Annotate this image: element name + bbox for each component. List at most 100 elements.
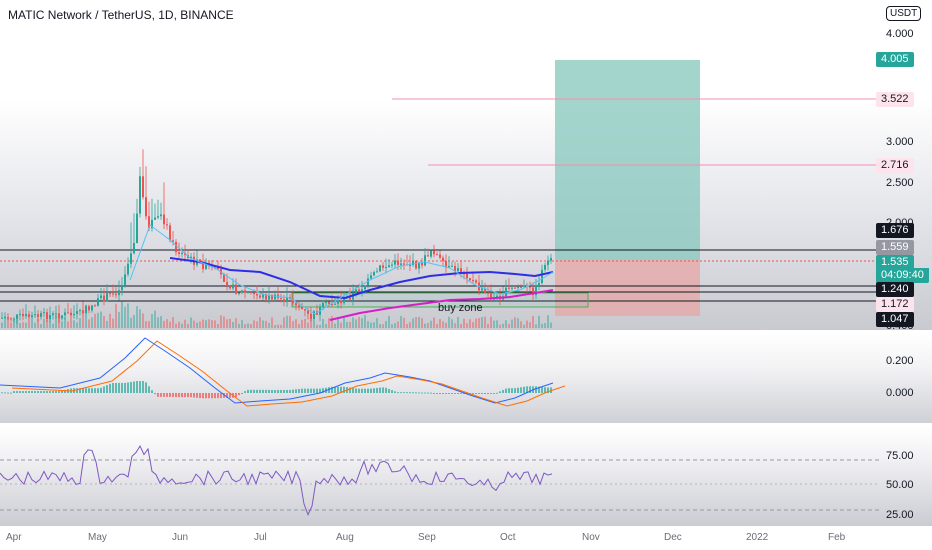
level-047-tag[interactable]: 1.047 bbox=[876, 312, 914, 327]
candle-body bbox=[52, 313, 54, 316]
macd-histogram-bar bbox=[187, 393, 189, 398]
volume-bar bbox=[328, 317, 330, 328]
volume-bar bbox=[439, 319, 441, 328]
macd-histogram-bar bbox=[76, 388, 78, 393]
rsi-pane[interactable]: 75.00 50.00 25.00 bbox=[0, 426, 932, 526]
volume-bar bbox=[358, 316, 360, 328]
macd-histogram-bar bbox=[427, 392, 429, 394]
candle-body bbox=[13, 318, 15, 320]
volume-bar bbox=[481, 317, 483, 328]
macd-histogram-bar bbox=[505, 388, 507, 393]
volume-bar bbox=[277, 324, 279, 328]
stop-price-tag[interactable]: 1.172 bbox=[876, 297, 914, 312]
volume-bar bbox=[412, 318, 414, 328]
countdown-tag: 04:09:40 bbox=[876, 268, 929, 283]
candle-body bbox=[433, 250, 435, 255]
macd-tick-0200: 0.200 bbox=[886, 355, 914, 367]
macd-histogram-bar bbox=[88, 388, 90, 393]
macd-chart[interactable] bbox=[0, 333, 932, 423]
volume-bar bbox=[100, 311, 102, 328]
macd-histogram-bar bbox=[289, 389, 291, 393]
candle-body bbox=[400, 263, 402, 265]
candle-body bbox=[415, 261, 417, 269]
price-chart-pane[interactable]: buy zone MATIC Network / TetherUS, 1D, B… bbox=[0, 0, 932, 330]
volume-bar bbox=[463, 318, 465, 328]
volume-bar bbox=[544, 323, 546, 328]
candle-body bbox=[397, 260, 399, 265]
macd-histogram-bar bbox=[424, 392, 426, 394]
currency-button[interactable]: USDT bbox=[886, 6, 922, 21]
candle-body bbox=[325, 301, 327, 303]
macd-histogram-bar bbox=[115, 382, 117, 393]
macd-histogram-bar bbox=[271, 389, 273, 393]
macd-histogram-bar bbox=[160, 393, 162, 397]
macd-histogram-bar bbox=[52, 391, 54, 393]
macd-histogram-bar bbox=[55, 391, 57, 393]
candle-body bbox=[280, 298, 282, 300]
macd-histogram-bar bbox=[298, 389, 300, 393]
volume-bar bbox=[268, 322, 270, 328]
macd-histogram-bar bbox=[514, 388, 516, 393]
volume-bar bbox=[133, 315, 135, 328]
macd-histogram-bar bbox=[37, 391, 39, 393]
candle-body bbox=[46, 312, 48, 320]
macd-histogram bbox=[1, 381, 552, 399]
candle-body bbox=[547, 260, 549, 265]
macd-histogram-bar bbox=[310, 388, 312, 393]
volume-bar bbox=[319, 324, 321, 328]
candle-body bbox=[382, 265, 384, 268]
volume-bar bbox=[127, 303, 129, 328]
candle-body bbox=[340, 300, 342, 304]
candle-body bbox=[328, 301, 330, 304]
candle-body bbox=[508, 287, 510, 289]
level-240-tag[interactable]: 1.240 bbox=[876, 282, 914, 297]
volume-bar bbox=[148, 321, 150, 328]
volume-bar bbox=[232, 322, 234, 328]
volume-bar bbox=[220, 315, 222, 328]
macd-histogram-bar bbox=[235, 393, 237, 398]
time-label-sep: Sep bbox=[418, 532, 436, 543]
volume-bar bbox=[274, 324, 276, 328]
volume-bar bbox=[70, 315, 72, 328]
volume-bar bbox=[19, 323, 21, 328]
macd-pane[interactable]: 0.200 0.000 bbox=[0, 333, 932, 423]
candle-body bbox=[28, 314, 30, 317]
target-zone[interactable] bbox=[555, 60, 700, 260]
candle-body bbox=[157, 216, 159, 218]
rsi-chart[interactable] bbox=[0, 426, 932, 526]
volume-bar bbox=[295, 319, 297, 328]
macd-histogram-bar bbox=[109, 383, 111, 393]
resistance-1-tag[interactable]: 3.522 bbox=[876, 92, 914, 107]
macd-histogram-bar bbox=[301, 388, 303, 393]
candle-body bbox=[298, 305, 300, 307]
volume-bar bbox=[166, 319, 168, 328]
macd-histogram-bar bbox=[85, 388, 87, 393]
level-top-tag[interactable]: 1.676 bbox=[876, 223, 914, 238]
candle-body bbox=[22, 313, 24, 317]
volume-bar bbox=[139, 309, 141, 328]
volume-bar bbox=[433, 317, 435, 328]
macd-histogram-bar bbox=[31, 391, 33, 393]
volume-bar bbox=[253, 320, 255, 328]
target-price-tag[interactable]: 4.005 bbox=[876, 52, 914, 67]
price-chart[interactable]: buy zone bbox=[0, 0, 932, 330]
candle-body bbox=[481, 288, 483, 291]
time-label-2022: 2022 bbox=[746, 532, 769, 543]
volume-bar bbox=[145, 321, 147, 328]
resistance-2-tag[interactable]: 2.716 bbox=[876, 158, 914, 173]
level-559-tag[interactable]: 1.559 bbox=[876, 240, 914, 255]
volume-bar bbox=[469, 319, 471, 328]
macd-histogram-bar bbox=[487, 393, 489, 394]
volume-bar bbox=[82, 313, 84, 328]
candle-body bbox=[154, 217, 156, 220]
stop-zone[interactable] bbox=[555, 260, 700, 316]
macd-histogram-bar bbox=[214, 393, 216, 399]
macd-tick-0000: 0.000 bbox=[886, 387, 914, 399]
candle-body bbox=[178, 252, 180, 255]
candle-body bbox=[373, 272, 375, 276]
candle-body bbox=[175, 241, 177, 253]
macd-histogram-bar bbox=[388, 388, 390, 393]
macd-histogram-bar bbox=[91, 388, 93, 393]
macd-histogram-bar bbox=[157, 393, 159, 397]
macd-histogram-bar bbox=[256, 389, 258, 393]
